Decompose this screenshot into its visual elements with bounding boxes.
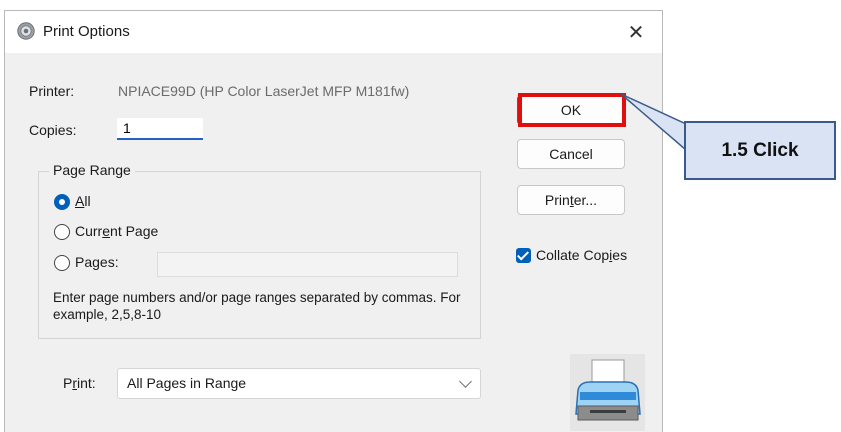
print-label: Print: xyxy=(63,375,96,391)
printer-icon xyxy=(570,354,645,431)
page-range-help-text: Enter page numbers and/or page ranges se… xyxy=(53,290,461,322)
dialog-title: Print Options xyxy=(43,23,130,40)
printer-button[interactable]: Prin t er... xyxy=(517,185,625,215)
gear-icon xyxy=(17,22,35,40)
collate-label[interactable]: Collate Copies xyxy=(536,247,627,263)
print-options-dialog: Print Options ✕ Printer: NPIACE99D (HP C… xyxy=(4,10,663,432)
chevron-down-icon xyxy=(459,375,472,388)
pages-input[interactable] xyxy=(157,252,458,277)
print-select-value: All Pages in Range xyxy=(127,375,247,391)
close-icon: ✕ xyxy=(627,21,645,44)
radio-all[interactable] xyxy=(54,194,70,210)
radio-pages[interactable] xyxy=(54,255,70,271)
printer-label: Printer: xyxy=(29,83,75,99)
copies-input[interactable] xyxy=(117,118,203,140)
radio-current-page-label[interactable]: Current Page xyxy=(75,223,158,239)
print-select[interactable]: All Pages in Range xyxy=(117,368,481,399)
cancel-button[interactable]: Cancel xyxy=(517,139,625,169)
callout-box: 1.5 Click xyxy=(684,121,836,180)
title-bar: Print Options ✕ xyxy=(5,11,662,53)
close-button[interactable]: ✕ xyxy=(610,11,662,53)
collate-checkbox[interactable] xyxy=(516,248,531,263)
ok-button[interactable]: OK xyxy=(517,95,625,125)
radio-current-page[interactable] xyxy=(54,224,70,240)
radio-all-label[interactable]: All xyxy=(75,193,91,209)
page-range-legend: Page Range xyxy=(49,162,135,178)
callout-text: 1.5 Click xyxy=(721,139,799,161)
radio-pages-label[interactable]: Pages: xyxy=(75,254,119,270)
copies-label: Copies: xyxy=(29,122,77,138)
printer-name: NPIACE99D (HP Color LaserJet MFP M181fw) xyxy=(118,83,410,99)
